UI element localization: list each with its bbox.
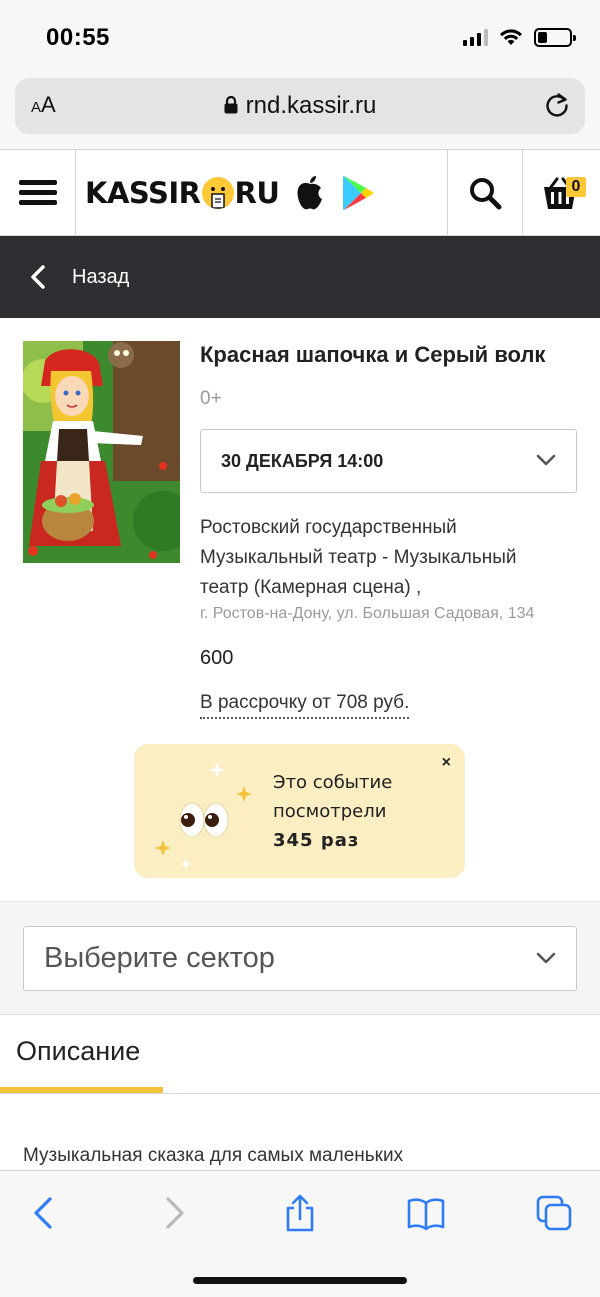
battery-level xyxy=(538,31,547,43)
description-text: Музыкальная сказка для самых маленьких xyxy=(23,1145,404,1166)
eyes-icon xyxy=(155,762,252,869)
views-popup: × Это событие посмотрели 345 раз xyxy=(134,744,465,878)
venue-name[interactable]: Ростовский государственный Музыкальный т… xyxy=(200,513,570,603)
kassir-logo[interactable]: KASSIR RU xyxy=(85,175,280,210)
tab-description[interactable]: Описание xyxy=(0,1016,163,1093)
url-text: rnd.kassir.ru xyxy=(245,92,377,119)
popup-line-2: посмотрели xyxy=(273,801,387,822)
bookmarks-icon[interactable] xyxy=(406,1193,446,1233)
forward-icon[interactable] xyxy=(154,1193,194,1233)
venue-address: г. Ростов-на-Дону, ул. Большая Садовая, … xyxy=(200,605,535,622)
views-count: 345 раз xyxy=(273,830,360,851)
date-select-value: 30 ДЕКАБРЯ 14:00 xyxy=(221,450,384,471)
share-icon[interactable] xyxy=(280,1193,320,1233)
status-icons xyxy=(463,26,576,48)
back-label: Назад xyxy=(72,265,130,288)
logo-text-right: RU xyxy=(234,175,280,210)
logo-text-left: KASSIR xyxy=(85,175,201,210)
url-display[interactable]: rnd.kassir.ru xyxy=(15,92,585,120)
logo-area: KASSIR RU xyxy=(77,150,447,235)
menu-button[interactable] xyxy=(0,150,76,235)
cart-button[interactable]: 0 xyxy=(523,150,600,235)
tabs-divider xyxy=(0,1093,600,1094)
logo-ticket-face-icon xyxy=(201,176,234,209)
back-link[interactable]: Назад xyxy=(0,236,600,318)
popup-close-button[interactable]: × xyxy=(442,754,451,772)
search-button[interactable] xyxy=(447,150,523,235)
sector-placeholder: Выберите сектор xyxy=(44,942,275,974)
event-poster[interactable] xyxy=(23,341,180,563)
address-bar[interactable]: AA rnd.kassir.ru xyxy=(15,78,585,134)
chevron-down-icon xyxy=(536,952,556,964)
status-bar: 00:55 xyxy=(0,0,600,76)
cart-count-badge: 0 xyxy=(566,177,586,197)
date-select[interactable]: 30 ДЕКАБРЯ 14:00 xyxy=(200,429,577,493)
back-icon[interactable] xyxy=(24,1193,64,1233)
browser-address-area: AA rnd.kassir.ru xyxy=(0,76,600,150)
chevron-down-icon xyxy=(536,454,556,466)
google-play-icon[interactable] xyxy=(341,174,375,212)
installment-link[interactable]: В рассрочку от 708 руб. xyxy=(200,692,410,719)
lock-icon xyxy=(224,96,238,114)
apple-icon[interactable] xyxy=(293,173,327,213)
home-indicator xyxy=(193,1277,407,1284)
age-rating: 0+ xyxy=(200,388,222,409)
wifi-icon xyxy=(500,29,522,45)
tab-description-label: Описание xyxy=(16,1036,141,1066)
menu-icon xyxy=(18,175,57,210)
search-icon xyxy=(470,177,502,209)
signal-icon xyxy=(463,28,488,46)
battery-icon xyxy=(534,27,576,47)
status-time: 00:55 xyxy=(46,24,110,51)
popup-text: Это событие посмотрели 345 раз xyxy=(273,768,392,855)
chevron-left-icon xyxy=(31,265,45,289)
tabs-icon[interactable] xyxy=(534,1193,574,1233)
price: 600 xyxy=(200,647,234,669)
site-header: KASSIR RU 0 xyxy=(0,150,600,236)
event-title: Красная шапочка и Серый волк xyxy=(200,342,546,367)
sector-select[interactable]: Выберите сектор xyxy=(23,926,577,991)
reload-icon[interactable] xyxy=(543,91,571,119)
popup-line-1: Это событие xyxy=(273,772,393,793)
